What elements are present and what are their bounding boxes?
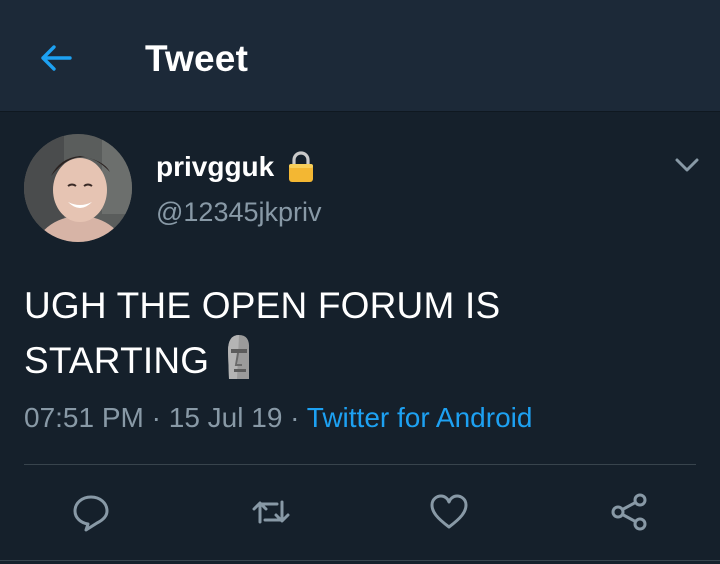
divider bbox=[0, 560, 720, 561]
display-name-text[interactable]: privgguk bbox=[156, 151, 274, 183]
meta-separator: · bbox=[151, 402, 169, 433]
reply-button[interactable] bbox=[71, 492, 111, 532]
arrow-left-icon bbox=[41, 45, 72, 71]
share-button[interactable] bbox=[609, 492, 649, 532]
tweet-text-line-2-text: STARTING bbox=[24, 340, 210, 381]
divider bbox=[24, 464, 696, 465]
chevron-down-icon bbox=[675, 158, 699, 172]
lock-icon bbox=[289, 151, 314, 182]
tweet-time: 07:51 PM bbox=[24, 402, 144, 433]
reply-icon bbox=[73, 495, 109, 532]
tweet-text-line-1: UGH THE OPEN FORUM IS bbox=[24, 285, 501, 326]
like-button[interactable] bbox=[429, 492, 469, 532]
user-display-name[interactable]: privgguk bbox=[156, 150, 316, 184]
like-icon bbox=[430, 494, 468, 529]
user-handle[interactable]: @12345jkpriv bbox=[156, 197, 322, 228]
page-title: Tweet bbox=[145, 38, 249, 79]
tweet-text: UGH THE OPEN FORUM IS STARTING bbox=[24, 278, 684, 388]
share-icon bbox=[611, 493, 647, 531]
tweet-meta: 07:51 PM · 15 Jul 19 · Twitter for Andro… bbox=[24, 402, 532, 434]
tweet-options-button[interactable] bbox=[668, 148, 706, 182]
retweet-button[interactable] bbox=[251, 492, 291, 532]
back-button[interactable] bbox=[32, 36, 80, 80]
tweet-date: 15 Jul 19 bbox=[168, 402, 283, 433]
moai-emoji-icon bbox=[228, 335, 250, 379]
tweet-source-link[interactable]: Twitter for Android bbox=[307, 402, 533, 433]
retweet-icon bbox=[252, 500, 290, 524]
meta-separator: · bbox=[290, 402, 307, 433]
top-bar: Tweet bbox=[0, 0, 720, 112]
tweet-text-line-2: STARTING bbox=[24, 333, 684, 388]
avatar[interactable] bbox=[24, 134, 132, 242]
